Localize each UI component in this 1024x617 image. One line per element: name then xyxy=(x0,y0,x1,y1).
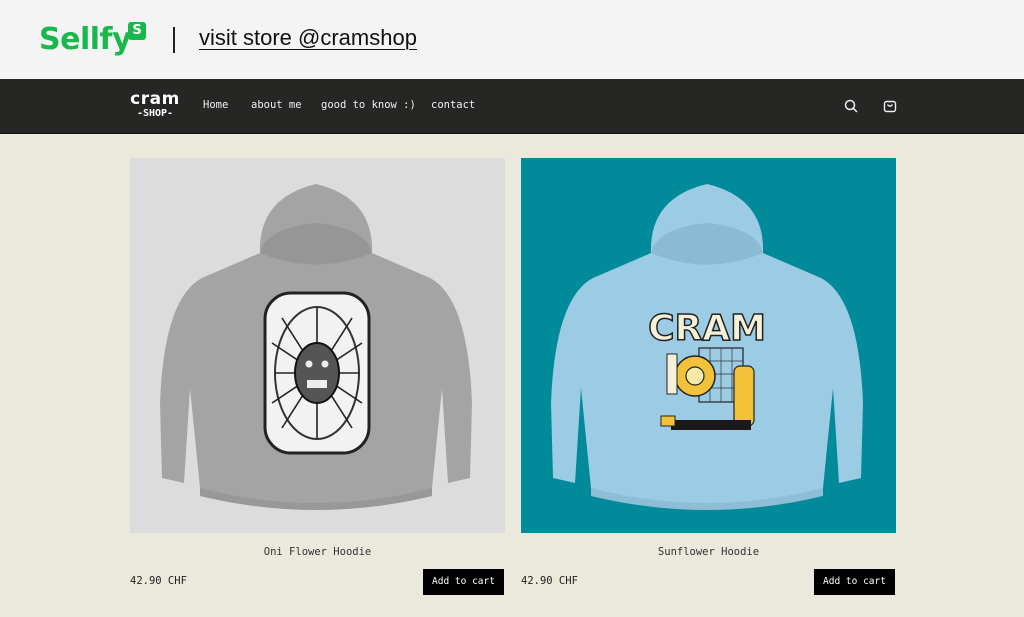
banner-divider xyxy=(173,27,175,53)
product-image-oni-flower-hoodie[interactable] xyxy=(130,158,505,533)
nav-good-to-know[interactable]: good to know :) xyxy=(321,99,416,111)
product-image-sunflower-hoodie[interactable]: CRAM xyxy=(521,158,896,533)
nav-contact[interactable]: contact xyxy=(431,99,475,111)
store-logo[interactable]: cram -SHOP- xyxy=(129,91,181,121)
search-icon[interactable] xyxy=(843,98,859,114)
product-name[interactable]: Oni Flower Hoodie xyxy=(130,546,505,558)
product-price: 42.90 CHF xyxy=(521,575,578,587)
add-to-cart-button[interactable]: Add to cart xyxy=(423,569,504,595)
visit-store-link[interactable]: visit store @cramshop xyxy=(199,25,417,51)
add-to-cart-button[interactable]: Add to cart xyxy=(814,569,895,595)
store-logo-line1: cram xyxy=(130,89,180,109)
product-name[interactable]: Sunflower Hoodie xyxy=(521,546,896,558)
store-header: cram -SHOP- Home about me good to know :… xyxy=(0,79,1024,134)
sellfy-banner: Sellfy S visit store @cramshop xyxy=(0,0,1024,79)
shopping-bag-icon[interactable] xyxy=(882,98,898,114)
sellfy-logo-badge: S xyxy=(128,22,146,40)
product-price: 42.90 CHF xyxy=(130,575,187,587)
oni-flower-print xyxy=(263,291,371,455)
nav-about-me[interactable]: about me xyxy=(251,99,302,111)
nav-home[interactable]: Home xyxy=(203,99,228,111)
print-cram-text: CRAM xyxy=(648,308,766,349)
sellfy-logo-text: Sellfy xyxy=(39,22,132,57)
store-logo-line2: -SHOP- xyxy=(136,108,174,119)
